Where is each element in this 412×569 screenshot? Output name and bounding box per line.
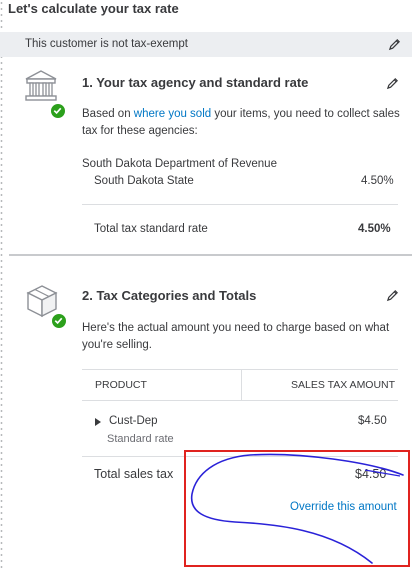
section1-description-line2: tax for these agencies: <box>82 125 198 137</box>
caret-right-icon[interactable] <box>95 418 101 426</box>
total-standard-rate-label: Total tax standard rate <box>94 223 208 235</box>
column-divider <box>241 370 242 400</box>
section2-description-line2: you're selling. <box>82 339 152 351</box>
column-header-sales-tax-amount: SALES TAX AMOUNT <box>291 379 396 391</box>
total-sales-tax-label: Total sales tax <box>94 467 174 481</box>
override-amount-link[interactable]: Override this amount <box>290 499 397 516</box>
desc-text: Based on <box>82 108 134 120</box>
agency-rate: 4.50% <box>361 175 394 187</box>
product-tax-category: Standard rate <box>107 433 174 445</box>
section-divider <box>9 254 412 256</box>
agency-state: South Dakota State <box>94 175 194 187</box>
check-circle-icon <box>51 313 67 329</box>
section1-title: 1. Your tax agency and standard rate <box>82 75 309 90</box>
check-circle-icon <box>50 103 66 119</box>
page-edge-dots <box>0 0 3 569</box>
divider <box>82 456 398 457</box>
pencil-icon[interactable] <box>388 38 401 51</box>
total-sales-tax-value: $4.50 <box>355 467 387 481</box>
section1-description: Based on where you sold your items, you … <box>82 106 400 123</box>
page-title: Let's calculate your tax rate <box>8 1 179 16</box>
section2-description: Here's the actual amount you need to cha… <box>82 322 390 334</box>
table-header-border <box>82 400 398 401</box>
section2-title: 2. Tax Categories and Totals <box>82 288 257 303</box>
where-you-sold-link[interactable]: where you sold <box>134 108 211 120</box>
pencil-icon[interactable] <box>386 77 399 90</box>
pencil-icon[interactable] <box>386 289 399 302</box>
building-icon <box>25 70 57 101</box>
product-tax-amount: $4.50 <box>358 415 387 427</box>
agency-name: South Dakota Department of Revenue <box>82 158 277 170</box>
product-name: Cust-Dep <box>109 415 158 427</box>
desc-text: your items, you need to collect sales <box>211 108 400 120</box>
total-standard-rate-value: 4.50% <box>358 223 391 235</box>
divider <box>82 204 398 205</box>
tax-exempt-text: This customer is not tax-exempt <box>25 38 188 50</box>
column-header-product: PRODUCT <box>95 379 147 391</box>
table-top-border <box>82 369 398 370</box>
